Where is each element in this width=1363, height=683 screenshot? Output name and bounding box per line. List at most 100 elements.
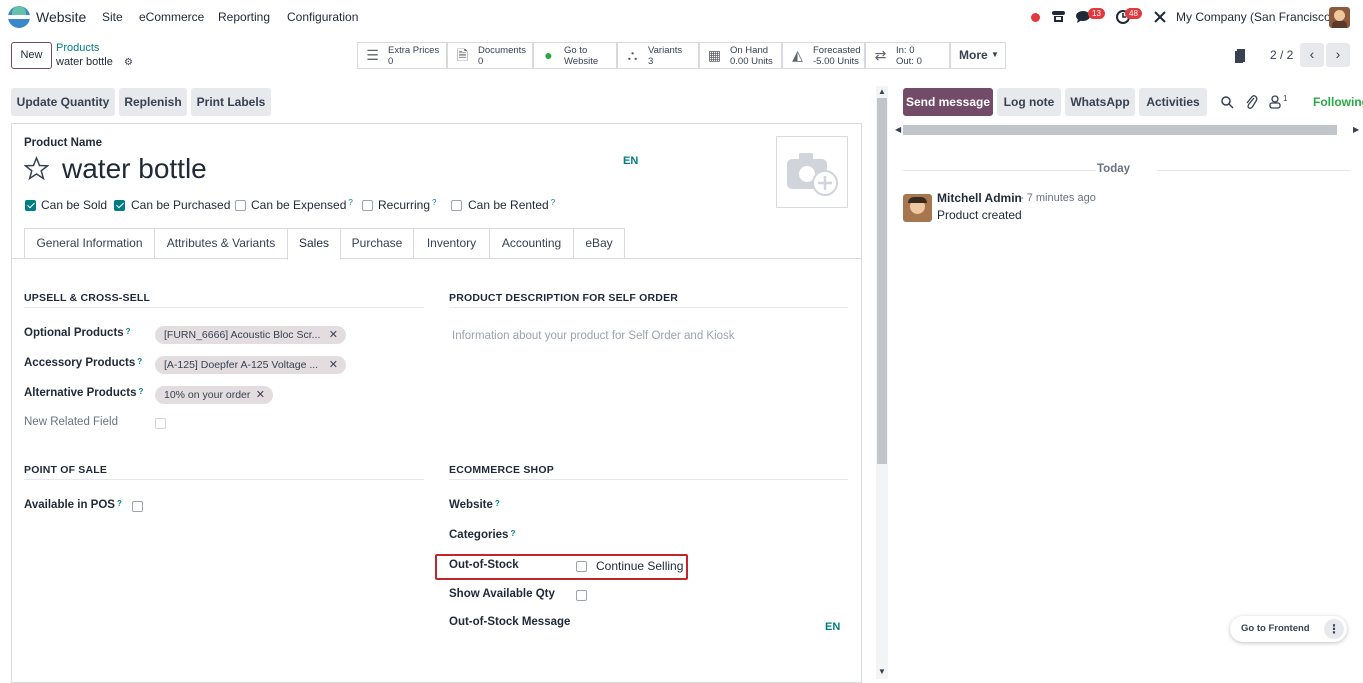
on-hand-button[interactable]: ▦ On Hand 0.00 Units (699, 42, 782, 69)
hscroll-left-icon[interactable]: ◀ (895, 125, 901, 134)
stat-label: Extra Prices (388, 45, 440, 56)
help-icon[interactable]: ? (432, 198, 436, 207)
out-of-stock-message-lang[interactable]: EN (825, 621, 840, 633)
remove-tag-icon[interactable]: ✕ (256, 386, 265, 404)
scroll-down-icon[interactable]: ▼ (878, 667, 886, 676)
user-avatar[interactable] (1329, 7, 1350, 28)
following-button[interactable]: Following (1313, 95, 1363, 109)
variants-button[interactable]: ⛬ Variants 3 (617, 42, 699, 69)
message-author[interactable]: Mitchell Admin (937, 191, 1022, 205)
accessory-product-tag[interactable]: [A-125] Doepfer A-125 Voltage ... ✕ (155, 356, 346, 374)
help-icon[interactable]: ? (495, 499, 500, 508)
self-order-description-field[interactable]: Information about your product for Self … (452, 330, 735, 342)
stat-label: On Hand (730, 45, 769, 56)
breadcrumb-products[interactable]: Products (56, 42, 99, 54)
help-icon[interactable]: ? (117, 499, 122, 508)
new-related-field-checkbox[interactable] (155, 418, 166, 429)
can-be-purchased-checkbox[interactable] (114, 200, 125, 211)
can-be-expensed-checkbox[interactable] (235, 200, 246, 211)
search-icon[interactable] (1221, 96, 1234, 109)
alternative-product-tag[interactable]: 10% on your order ✕ (155, 386, 273, 404)
tab-attributes-variants[interactable]: Attributes & Variants (154, 228, 288, 259)
categories-text: Categories (449, 529, 509, 541)
send-message-button[interactable]: Send message (903, 88, 993, 116)
star-icon[interactable] (24, 156, 49, 181)
form-scrollbar-thumb[interactable] (877, 98, 887, 464)
breadcrumb-current: water bottle (56, 56, 113, 68)
more-options-icon[interactable]: ⋮ (1324, 619, 1344, 639)
date-separator: Today (1097, 163, 1131, 175)
app-logo-icon[interactable] (8, 6, 30, 28)
tab-inventory[interactable]: Inventory (413, 228, 490, 259)
list-icon: ☰ (366, 47, 379, 63)
can-be-sold-checkbox[interactable] (25, 200, 36, 211)
menu-reporting[interactable]: Reporting (218, 10, 270, 24)
app-name[interactable]: Website (36, 9, 86, 25)
upsell-section-title: UPSELL & CROSS-SELL (24, 292, 151, 304)
remove-tag-icon[interactable]: ✕ (329, 356, 338, 374)
help-icon[interactable]: ? (510, 529, 515, 538)
help-icon[interactable]: ? (138, 387, 143, 396)
gear-icon[interactable]: ⚙ (124, 57, 133, 68)
forecasted-button[interactable]: ◭ Forecasted -5.00 Units (782, 42, 865, 69)
menu-site[interactable]: Site (102, 10, 123, 24)
help-icon[interactable]: ? (126, 327, 131, 336)
company-switcher[interactable]: My Company (San Francisco) (1176, 10, 1335, 24)
tag-label: 10% on your order (164, 389, 251, 401)
stat-label: In: 0 (896, 45, 915, 56)
can-be-expensed-label: Can be Expensed? (251, 198, 353, 212)
tab-ebay[interactable]: eBay (573, 228, 625, 259)
followers-icon[interactable] (1269, 95, 1281, 109)
show-available-qty-checkbox[interactable] (576, 590, 587, 601)
author-avatar[interactable] (903, 194, 932, 222)
help-icon[interactable]: ? (551, 198, 555, 207)
documents-button[interactable]: 🗎 Documents 0 (447, 42, 533, 69)
continue-selling-checkbox[interactable] (576, 561, 587, 572)
activities-button[interactable]: Activities (1139, 88, 1207, 116)
remove-tag-icon[interactable]: ✕ (329, 326, 338, 344)
tab-sales[interactable]: Sales (287, 228, 341, 260)
replenish-button[interactable]: Replenish (119, 88, 187, 116)
whatsapp-button[interactable]: WhatsApp (1065, 88, 1135, 116)
optional-product-tag[interactable]: [FURN_6666] Acoustic Bloc Scr... ✕ (155, 326, 346, 344)
go-to-frontend-label[interactable]: Go to Frontend (1241, 623, 1310, 634)
available-in-pos-checkbox[interactable] (132, 501, 143, 512)
can-be-rented-text: Can be Rented (468, 198, 549, 212)
activity-badge: 48 (1125, 8, 1142, 19)
more-button[interactable]: More ▼ (950, 42, 1006, 69)
recurring-checkbox[interactable] (362, 200, 373, 211)
tab-accounting[interactable]: Accounting (489, 228, 574, 259)
self-order-section-title: PRODUCT DESCRIPTION FOR SELF ORDER (449, 292, 679, 304)
pager-prev-icon[interactable]: ‹ (1300, 43, 1324, 67)
chatter-hscrollbar[interactable] (903, 125, 1337, 135)
new-button[interactable]: New (11, 42, 52, 69)
tools-icon[interactable] (1153, 10, 1167, 24)
pager-next-icon[interactable]: › (1326, 43, 1350, 67)
phone-icon[interactable] (1051, 9, 1066, 24)
hscroll-right-icon[interactable]: ▶ (1353, 125, 1359, 134)
bookmark-icon[interactable] (1234, 48, 1246, 64)
update-quantity-button[interactable]: Update Quantity (11, 88, 115, 116)
tab-purchase[interactable]: Purchase (340, 228, 414, 259)
alternative-products-label: Alternative Products? (24, 387, 143, 399)
in-out-button[interactable]: ⇄ In: 0 Out: 0 (865, 42, 950, 69)
product-image[interactable] (776, 136, 848, 208)
go-to-frontend-widget[interactable]: Go to Frontend ⋮ (1230, 616, 1347, 642)
recording-dot-icon[interactable] (1031, 13, 1040, 22)
paperclip-icon[interactable] (1245, 95, 1258, 109)
scroll-up-icon[interactable]: ▲ (878, 87, 886, 96)
print-labels-button[interactable]: Print Labels (191, 88, 271, 116)
product-name-lang[interactable]: EN (623, 155, 638, 167)
extra-prices-button[interactable]: ☰ Extra Prices 0 (357, 42, 447, 69)
go-to-website-button[interactable]: ● Go to Website (533, 42, 617, 69)
out-of-stock-message-label: Out-of-Stock Message (449, 616, 571, 628)
help-icon[interactable]: ? (137, 357, 142, 366)
product-name-field[interactable]: water bottle (62, 153, 207, 185)
help-icon[interactable]: ? (348, 198, 352, 207)
pager-value[interactable]: 2 / 2 (1270, 48, 1293, 62)
tab-general-information[interactable]: General Information (24, 228, 155, 259)
menu-ecommerce[interactable]: eCommerce (139, 10, 204, 24)
can-be-rented-checkbox[interactable] (451, 200, 462, 211)
log-note-button[interactable]: Log note (997, 88, 1061, 116)
menu-configuration[interactable]: Configuration (287, 10, 358, 24)
